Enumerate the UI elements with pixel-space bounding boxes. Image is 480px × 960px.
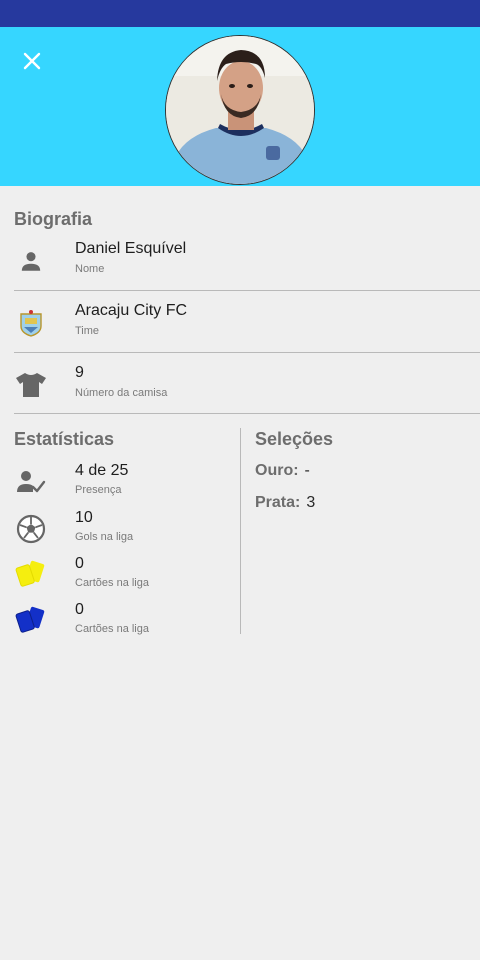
profile-header (0, 27, 480, 186)
shirt-number-label: Número da camisa (75, 387, 168, 399)
bio-team-row[interactable]: Aracaju City FC Time (0, 291, 480, 352)
stat-yellow-cards: 0 Cartões na liga (0, 555, 235, 601)
close-icon (23, 52, 41, 70)
attendance-value: 4 de 25 (75, 462, 129, 479)
stat-blue-cards: 0 Cartões na liga (0, 601, 235, 647)
bio-shirt-row: 9 Número da camisa (0, 353, 480, 414)
status-bar (0, 0, 480, 27)
team-name: Aracaju City FC (75, 302, 188, 319)
selection-silver: Prata: 3 (255, 494, 315, 512)
selection-gold: Ouro: - (255, 462, 310, 480)
bio-name-row: Daniel Esquível Nome (0, 229, 480, 290)
column-divider (240, 428, 241, 634)
biography-title: Biografia (14, 209, 93, 229)
blue-cards-label: Cartões na liga (75, 623, 149, 635)
soccer-ball-icon (14, 513, 48, 545)
stat-goals: 10 Gols na liga (0, 509, 235, 555)
person-icon (14, 246, 48, 276)
yellow-cards-value: 0 (75, 555, 84, 572)
statistics-title: Estatísticas (14, 429, 115, 449)
close-button[interactable] (14, 43, 50, 79)
blue-cards-value: 0 (75, 601, 84, 618)
attendance-label: Presença (75, 484, 122, 496)
yellow-cards-label: Cartões na liga (75, 577, 149, 589)
player-name: Daniel Esquível (75, 240, 187, 257)
selection-silver-label: Prata: (255, 494, 301, 511)
yellow-cards-icon (14, 559, 48, 591)
attendance-icon (14, 466, 48, 498)
team-label: Time (75, 325, 100, 337)
divider (14, 413, 480, 414)
blue-cards-icon (14, 605, 48, 637)
goals-label: Gols na liga (75, 531, 134, 543)
player-name-label: Nome (75, 263, 105, 275)
stat-attendance: 4 de 25 Presença (0, 462, 235, 508)
selection-gold-value: - (304, 462, 310, 479)
shirt-icon (14, 370, 48, 400)
selection-gold-label: Ouro: (255, 462, 299, 479)
shirt-number: 9 (75, 364, 84, 381)
selections-title: Seleções (255, 429, 334, 449)
team-crest-icon (14, 308, 48, 338)
player-avatar (165, 35, 315, 185)
selection-silver-value: 3 (306, 494, 316, 511)
goals-value: 10 (75, 509, 93, 526)
